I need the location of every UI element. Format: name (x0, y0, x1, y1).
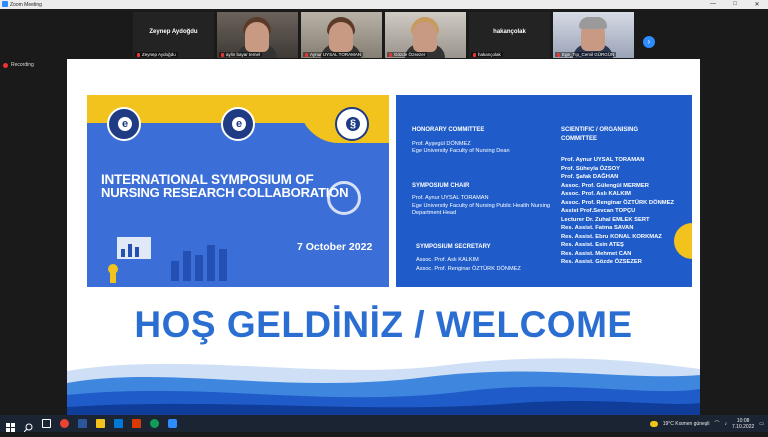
committee-member: Assoc. Prof. Aslı KALKIM (561, 191, 632, 197)
decorative-circle (674, 223, 692, 259)
mic-muted-icon (137, 52, 140, 57)
secretary-member: Assoc. Prof. Aslı KALKIM (416, 257, 479, 263)
windows-taskbar: 19°C Kısmen güneşli ⌒ ♪ 10:08 7.10.2022 … (0, 415, 768, 433)
minimize-button[interactable]: — (702, 1, 724, 8)
committee-member: Res. Assist. Fatma SAVAN (561, 225, 634, 231)
chrome-icon[interactable] (60, 419, 69, 428)
association-logo: § (335, 107, 369, 141)
volume-icon[interactable]: ♪ (725, 421, 728, 427)
office-icon[interactable] (132, 419, 141, 428)
participant-gallery: Zeynep Aydoğdu Zeynep Aydoğdu aylin baya… (0, 9, 768, 59)
symposium-date: 7 October 2022 (297, 241, 373, 253)
chart-illustration-icon (108, 237, 227, 283)
mic-muted-icon (473, 52, 476, 57)
mic-muted-icon (305, 52, 308, 57)
participant-tile[interactable]: aylin bayar temel (217, 12, 298, 58)
zoom-taskbar-icon[interactable] (168, 419, 177, 428)
university-logo: e (107, 107, 141, 141)
chair-heading: SYMPOSIUM CHAIR (412, 183, 470, 189)
chair-name: Prof. Aynur UYSAL TORAMAN (412, 195, 489, 201)
scientific-heading: SCIENTIFIC / ORGANISING (561, 127, 639, 133)
network-icon[interactable]: ⌒ (715, 420, 720, 427)
committee-member: Assoc. Prof. Renginar ÖZTÜRK DÖNMEZ (561, 199, 675, 206)
participant-tile[interactable]: Zeynep Aydoğdu Zeynep Aydoğdu (133, 12, 214, 58)
mic-muted-icon (389, 52, 392, 57)
close-button[interactable]: ✕ (746, 1, 768, 8)
committee-member: Res. Assist. Esin ATEŞ (561, 242, 624, 248)
participant-tile[interactable]: Ege_Tıp_Cemil GÜRGÜN (553, 12, 634, 58)
committee-member: Prof. Şafak DAĞHAN (561, 174, 619, 180)
mic-muted-icon (221, 52, 224, 57)
secretary-heading: SYMPOSIUM SECRETARY (416, 244, 491, 250)
participant-name: hakançolak (493, 29, 526, 35)
notification-icon[interactable]: ▭ (759, 421, 764, 427)
welcome-heading: HOŞ GELDİNİZ / WELCOME (134, 304, 633, 345)
mail-icon[interactable] (114, 419, 123, 428)
zoom-app-icon (2, 1, 8, 7)
window-title: Zoom Meeting (10, 1, 42, 8)
participant-label: Gözde Özsezer (387, 52, 428, 57)
symposium-banner: e e § INTERNATIONAL SYMPOSIUM OF NURSING… (87, 95, 389, 287)
participant-label: hakançolak (471, 52, 503, 57)
search-icon[interactable] (23, 419, 33, 433)
committee-member: Prof. Süheyla ÖZSOY (561, 165, 620, 172)
shared-screen: e e § INTERNATIONAL SYMPOSIUM OF NURSING… (67, 59, 700, 415)
word-icon[interactable] (78, 419, 87, 428)
file-explorer-icon[interactable] (96, 419, 105, 428)
weather-text[interactable]: 19°C Kısmen güneşli (663, 421, 710, 427)
next-page-button[interactable]: › (643, 36, 655, 48)
clock[interactable]: 10:08 7.10.2022 (732, 418, 754, 430)
secretary-member: Assoc. Prof. Renginar ÖZTÜRK DÖNMEZ (416, 266, 521, 272)
committee-member: Res. Assist. Gözde ÖZSEZER (561, 259, 642, 265)
wave-decoration (67, 358, 700, 415)
scientific-members: Prof. Aynur UYSAL TORAMAN Prof. Süheyla … (561, 156, 674, 267)
mic-muted-icon (557, 52, 560, 57)
faculty-logo: e (221, 107, 255, 141)
chevron-right-icon: › (647, 37, 651, 46)
participant-label: Ege_Tıp_Cemil GÜRGÜN (555, 52, 617, 57)
chair-role: Ege University Faculty of Nursing Public… (412, 203, 551, 217)
task-view-icon[interactable] (42, 419, 51, 428)
system-tray: 19°C Kısmen güneşli ⌒ ♪ 10:08 7.10.2022 … (649, 415, 764, 432)
honorary-role: Ege University Faculty of Nursing Dean (412, 148, 510, 154)
participant-tile[interactable]: hakançolak hakançolak (469, 12, 550, 58)
honorary-heading: HONORARY COMMITTEE (412, 127, 485, 133)
scientific-heading-line2: COMMITTEE (561, 136, 597, 142)
recording-indicator[interactable]: Recording (3, 62, 34, 68)
committee-member: Res. Assist. Mehmet CAN (561, 250, 632, 257)
weather-icon (649, 420, 658, 427)
committee-member: Assist Prof.Sevcan TOPÇU (561, 208, 636, 214)
recording-label: Recording (11, 62, 34, 68)
committee-member: Prof. Aynur UYSAL TORAMAN (561, 157, 645, 163)
committee-member: Assoc. Prof. Gülengül MERMER (561, 182, 649, 189)
participant-label: aylin bayar temel (219, 52, 263, 57)
maximize-button[interactable]: □ (724, 1, 746, 8)
participant-label: Zeynep Aydoğdu (135, 52, 178, 57)
participant-tile[interactable]: Aynur UYSAL TORAMAN (301, 12, 382, 58)
record-icon (3, 62, 8, 68)
participant-name: Zeynep Aydoğdu (149, 29, 198, 35)
start-icon[interactable] (6, 419, 15, 432)
committee-panel: HONORARY COMMITTEE Prof. Ayşegül DÖNMEZ … (396, 95, 692, 287)
participant-tile[interactable]: Gözde Özsezer (385, 12, 466, 58)
committee-member: Lecturer Dr. Zuhal EMLEK SERT (561, 216, 650, 223)
symposium-title: INTERNATIONAL SYMPOSIUM OF NURSING RESEA… (101, 172, 349, 200)
participant-label: Aynur UYSAL TORAMAN (303, 52, 364, 57)
committee-member: Res. Assist. Ebru KONAL KORKMAZ (561, 233, 662, 240)
window-titlebar: Zoom Meeting — □ ✕ (0, 0, 768, 9)
maps-icon[interactable] (150, 419, 159, 428)
